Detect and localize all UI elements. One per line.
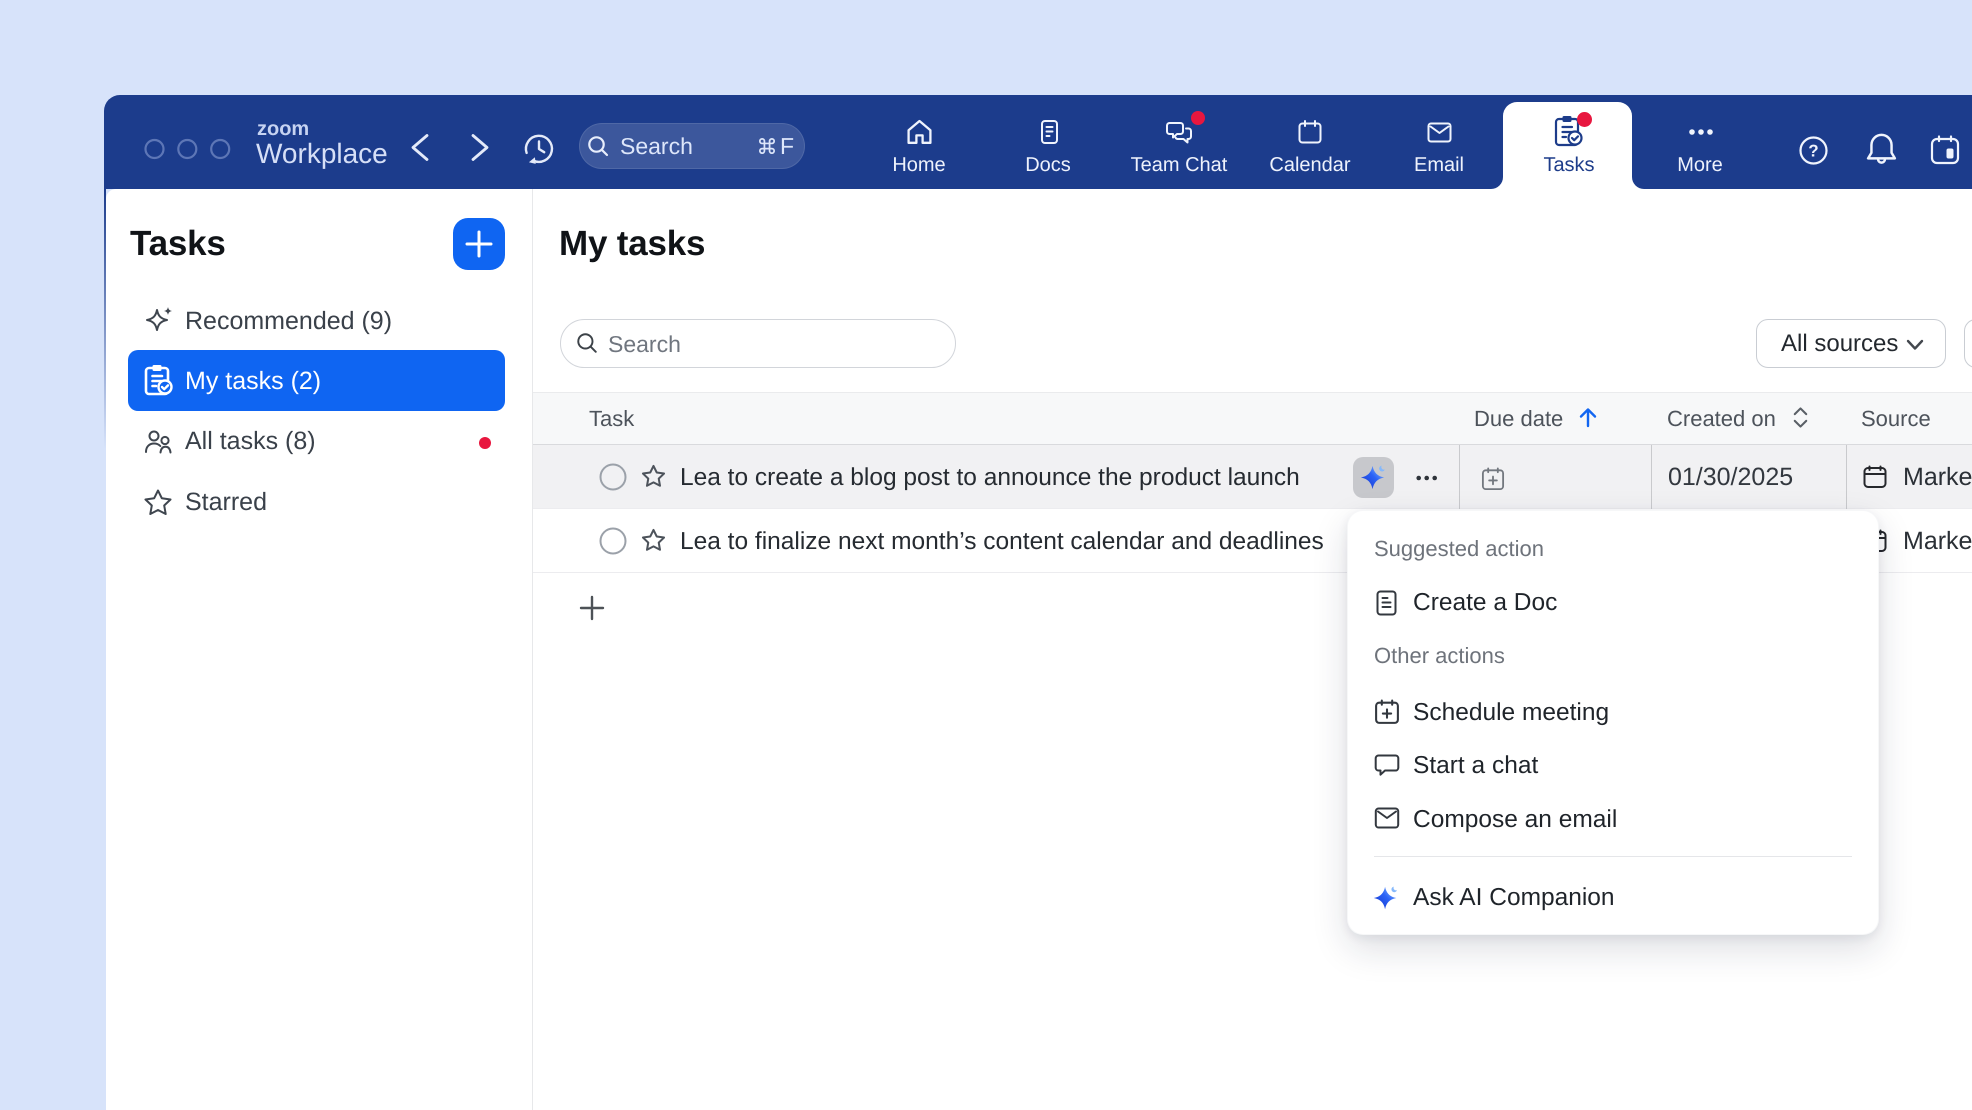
- svg-text:?: ?: [1808, 142, 1818, 161]
